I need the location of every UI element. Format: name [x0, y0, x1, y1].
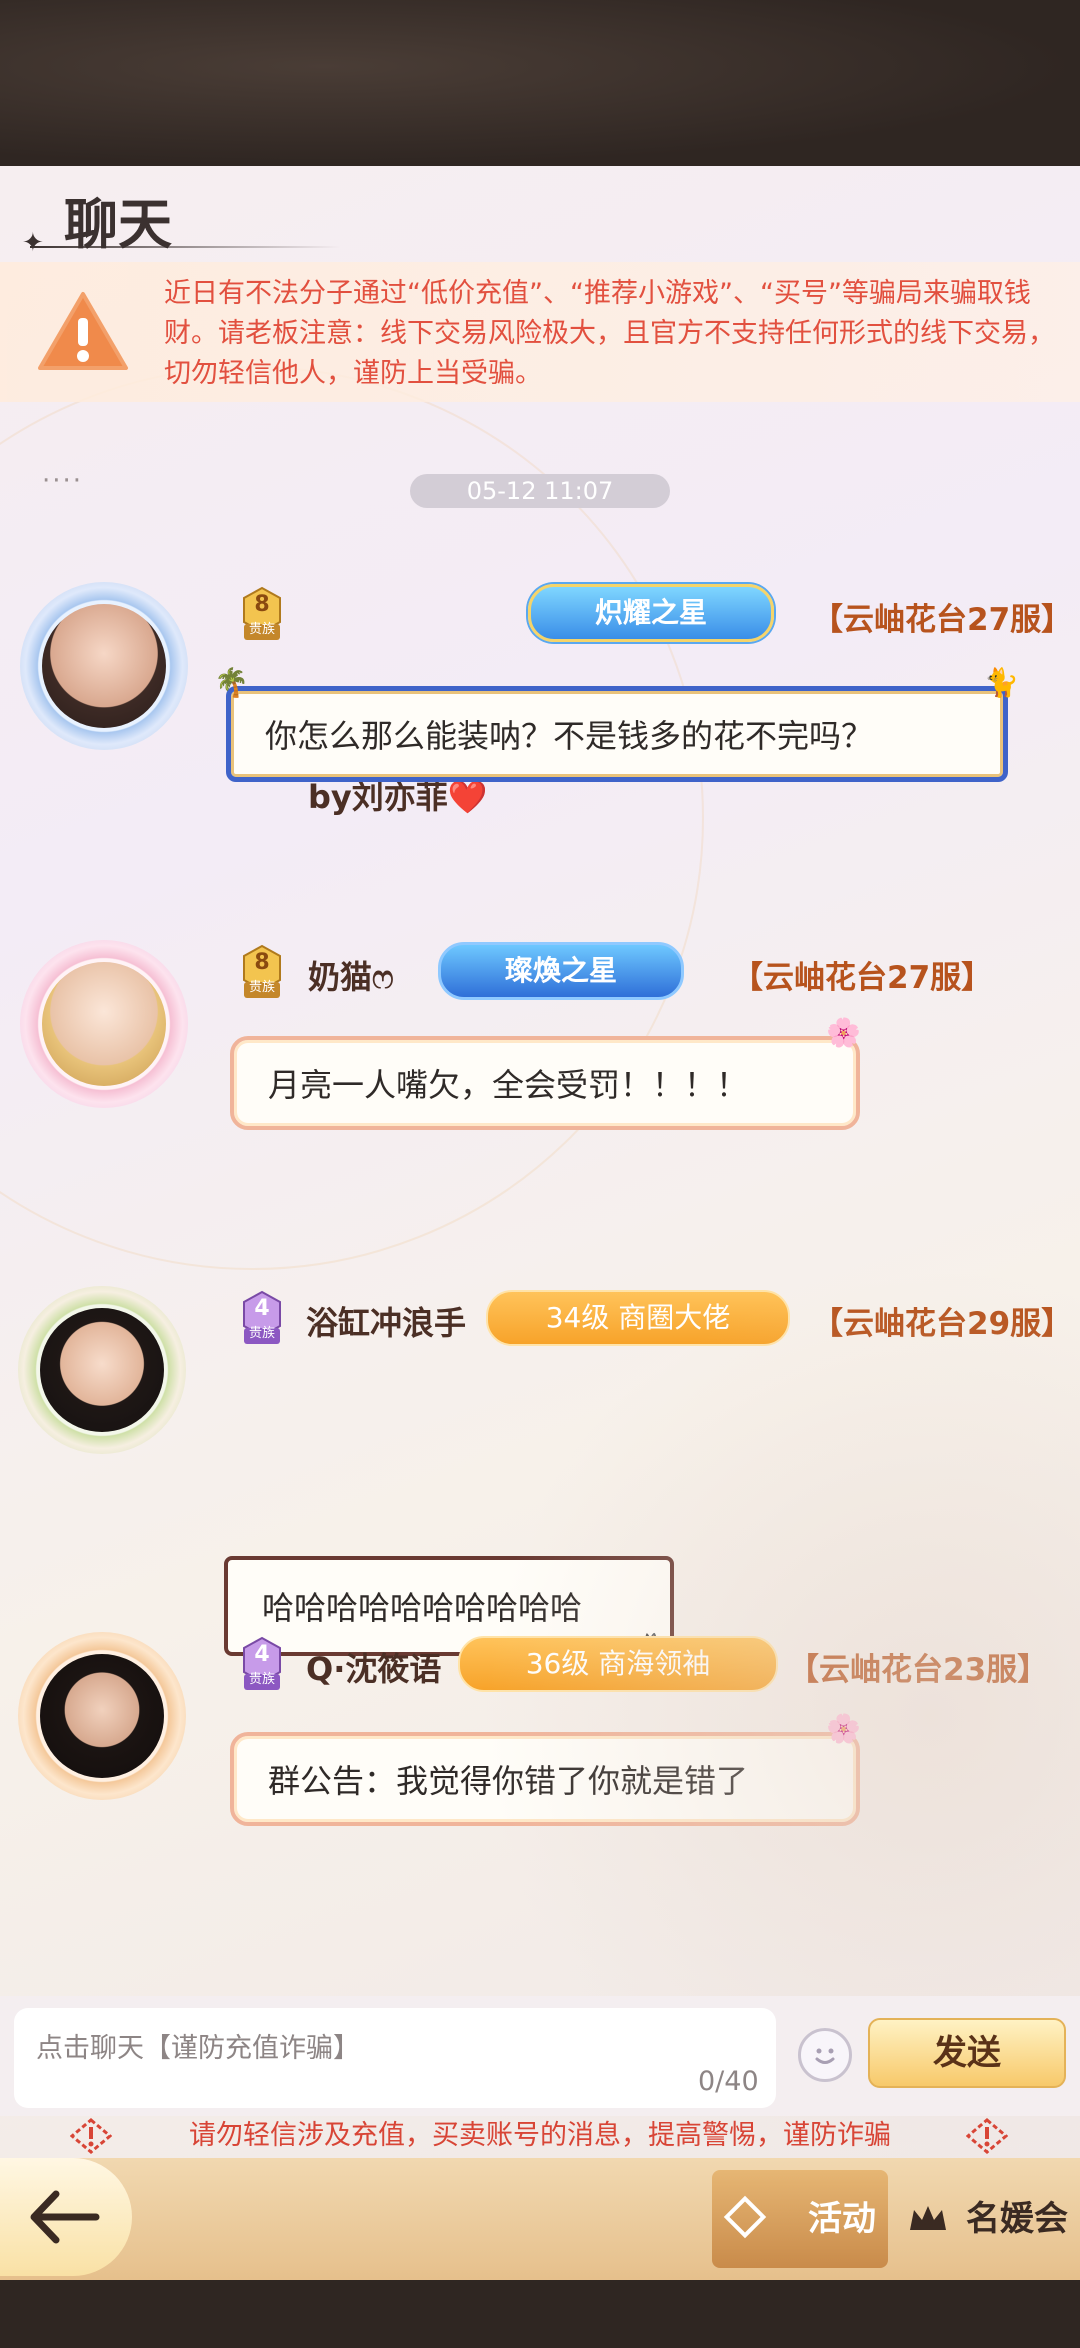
nav-activity-label: 活动 — [808, 2199, 876, 2239]
message-bubble[interactable]: 群公告：我觉得你错了你就是错了 — [230, 1732, 860, 1826]
smiley-icon — [815, 2048, 835, 2064]
title-row: ✦ 聊天 — [0, 166, 1080, 262]
chat-panel: ✦ 聊天 近日有不法分子通过“低价充值”、“推荐小游戏”、“买号”等骗局来骗取钱… — [0, 166, 1080, 2280]
avatar-portrait — [42, 604, 166, 728]
badge-label: 贵族 — [248, 622, 275, 637]
title-underline — [30, 246, 340, 248]
title-tag: 炽耀之星 — [528, 584, 774, 642]
nav-mingyuan-label: 名媛会 — [966, 2199, 1068, 2239]
emoji-button[interactable] — [798, 2028, 852, 2082]
badge-level: 8 — [254, 592, 270, 617]
message-bubble[interactable]: 哈哈哈哈哈哈哈哈哈哈 — [224, 1556, 674, 1656]
title-tag: 34级 商圈大佬 — [486, 1290, 790, 1346]
palm-tree-icon: 🌴 — [214, 666, 249, 699]
more-dots: ···· — [42, 466, 84, 496]
sparkle-icon: ✦ — [22, 228, 44, 258]
message-bubble[interactable]: 月亮一人嘴欠，全会受罚！！！！ — [230, 1036, 860, 1130]
avatar[interactable] — [20, 940, 188, 1108]
title-tag: 36级 商海领袖 — [458, 1636, 778, 1692]
bottom-background — [0, 2280, 1080, 2348]
flower-icon: 🌸 — [826, 1016, 861, 1049]
badge-level: 4 — [254, 1642, 270, 1667]
message-text: 你怎么那么能装呐？不是钱多的花不完吗？ — [265, 717, 874, 755]
top-background — [0, 0, 1080, 166]
title-tag: 璨煥之星 — [438, 942, 684, 1000]
avatar-portrait — [40, 1654, 164, 1778]
warning-icon — [966, 2118, 1008, 2154]
message-timestamp: 05-12 11:07 — [410, 474, 670, 508]
username[interactable]: 浴缸冲浪手 — [306, 1298, 466, 1344]
server-label: 【云岫花台23服】 — [788, 1652, 1049, 1688]
avatar[interactable] — [18, 1286, 186, 1454]
badge-level: 8 — [254, 950, 270, 975]
avatar-portrait — [42, 962, 166, 1086]
back-button[interactable] — [0, 2158, 132, 2276]
nav-mingyuan-button[interactable]: 名媛会 — [898, 2170, 1074, 2268]
flower-icon: 🌸 — [826, 1712, 861, 1745]
badge-level: 4 — [254, 1296, 270, 1321]
server-label: 【云岫花台27服】 — [812, 602, 1073, 638]
char-counter: 0/40 — [698, 2066, 759, 2097]
server-label: 【云岫花台29服】 — [812, 1306, 1073, 1342]
back-arrow-icon — [30, 2190, 100, 2244]
warning-icon — [38, 292, 128, 370]
username[interactable]: 奶猫ෆ — [308, 952, 394, 998]
cat-icon: 🐈‍⬛ — [636, 1632, 671, 1665]
fraud-tip-text: 请勿轻信涉及充值，买卖账号的消息，提高警惕，谨防诈骗 — [189, 2120, 891, 2151]
diamond-icon — [723, 2195, 767, 2239]
warning-text: 近日有不法分子通过“低价充值”、“推荐小游戏”、“买号”等骗局来骗取钱财。请老板… — [164, 278, 1055, 389]
badge-label: 贵族 — [248, 980, 275, 995]
send-button[interactable]: 发送 — [868, 2018, 1066, 2088]
avatar[interactable] — [18, 1632, 186, 1800]
message-text: 哈哈哈哈哈哈哈哈哈哈 — [262, 1589, 583, 1627]
avatar-portrait — [40, 1308, 164, 1432]
cat-icon: 🐈 — [984, 666, 1019, 699]
chat-input-placeholder: 点击聊天【谨防充值诈骗】 — [36, 2033, 360, 2064]
message-text: 群公告：我觉得你错了你就是错了 — [268, 1762, 749, 1800]
badge-label: 贵族 — [248, 1326, 275, 1341]
username[interactable]: Q·沈筱语 — [306, 1644, 441, 1690]
server-label: 【云岫花台27服】 — [732, 960, 993, 996]
avatar[interactable] — [20, 582, 188, 750]
nav-activity-button[interactable]: 活动 — [712, 2170, 888, 2268]
badge-label: 贵族 — [248, 1672, 275, 1687]
fraud-warning-banner: 近日有不法分子通过“低价充值”、“推荐小游戏”、“买号”等骗局来骗取钱财。请老板… — [0, 262, 1080, 402]
message-bubble[interactable]: 你怎么那么能装呐？不是钱多的花不完吗？ — [226, 686, 1008, 782]
message-text: 月亮一人嘴欠，全会受罚！！！！ — [268, 1066, 749, 1104]
